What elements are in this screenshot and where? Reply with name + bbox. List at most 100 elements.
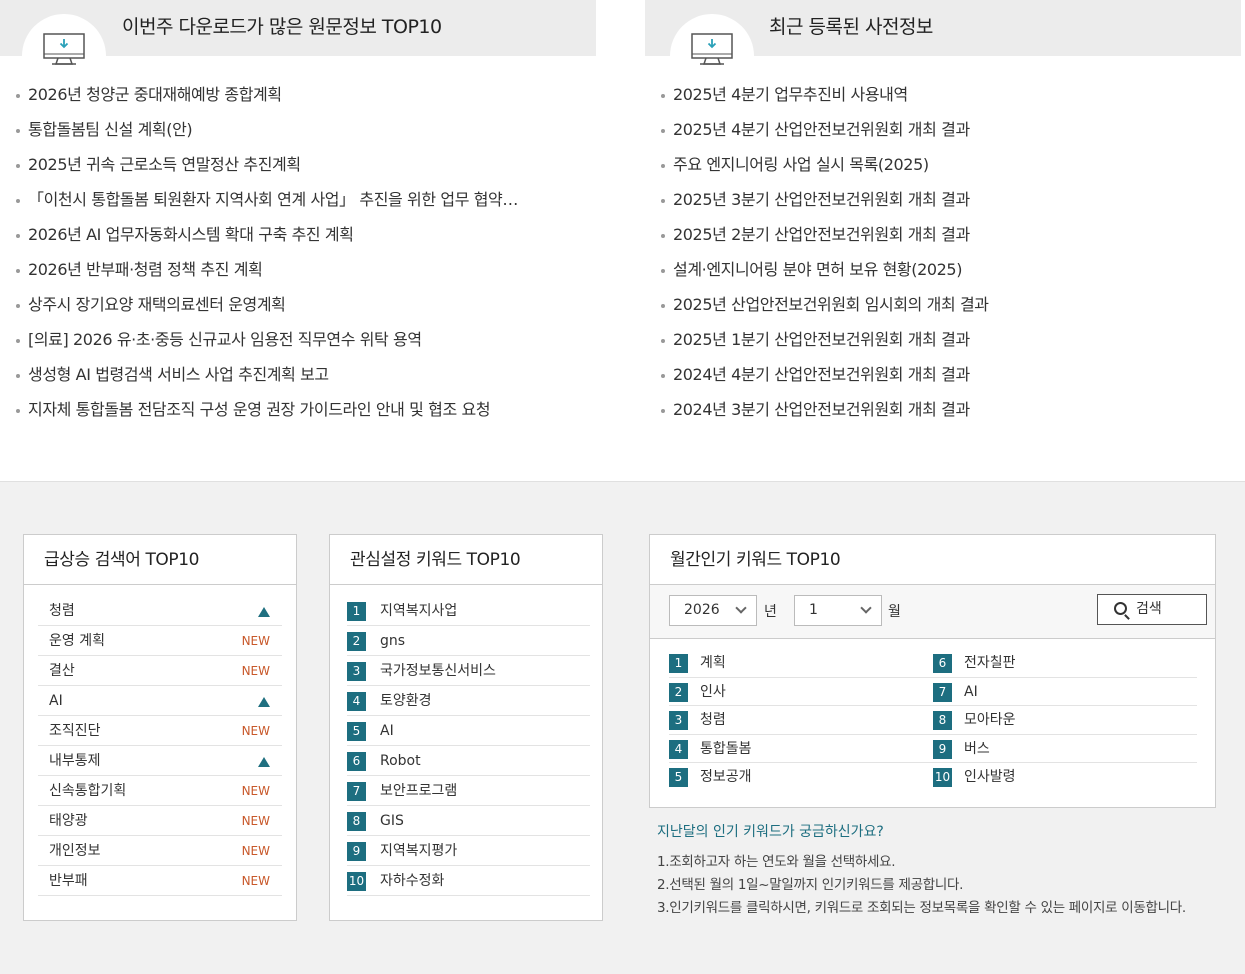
rising-keyword-item[interactable]: 청렴 bbox=[38, 596, 282, 626]
year-label: 년 bbox=[764, 604, 777, 620]
rising-keyword-item[interactable]: 반부패 NEW bbox=[38, 866, 282, 896]
list-item-link[interactable]: 통합돌봄팀 신설 계획(안) bbox=[16, 117, 586, 152]
rank-badge: 9 bbox=[933, 739, 952, 759]
rising-keyword-item[interactable]: 결산 NEW bbox=[38, 656, 282, 686]
list-item-link[interactable]: 2026년 청양군 중대재해예방 종합계획 bbox=[16, 82, 586, 117]
rank-badge: 1 bbox=[669, 654, 688, 673]
rising-arrow-icon bbox=[258, 697, 270, 707]
chevron-down-icon bbox=[860, 602, 872, 614]
rank-badge: 9 bbox=[347, 842, 366, 861]
month-select-value: 1 bbox=[809, 602, 818, 618]
keyword-label: 태양광 bbox=[49, 813, 88, 829]
keyword-item[interactable]: 7 AI bbox=[933, 678, 1197, 706]
keyword-label: 인사 bbox=[700, 683, 726, 700]
keyword-label: AI bbox=[964, 683, 978, 700]
rising-keyword-item[interactable]: 태양광 NEW bbox=[38, 806, 282, 836]
rank-badge: 8 bbox=[347, 812, 366, 831]
new-badge: NEW bbox=[241, 664, 270, 678]
new-badge: NEW bbox=[241, 874, 270, 888]
rising-keyword-item[interactable]: 내부통제 bbox=[38, 746, 282, 776]
keyword-item[interactable]: 4 토양환경 bbox=[347, 686, 590, 716]
rising-arrow-icon bbox=[258, 757, 270, 767]
keyword-item[interactable]: 4 통합돌봄 bbox=[669, 735, 933, 763]
list-item-link[interactable]: 설계·엔지니어링 분야 면허 보유 현황(2025) bbox=[661, 257, 1231, 292]
monthly-keywords-box: 월간인기 키워드 TOP10 2026 년 1 월 검색 1 계획 2 인사 3 청렴 4 통… bbox=[649, 534, 1216, 808]
list-item-link[interactable]: 2025년 4분기 산업안전보건위원회 개최 결과 bbox=[661, 117, 1231, 152]
rising-keyword-item[interactable]: 조직진단 NEW bbox=[38, 716, 282, 746]
monthly-help: 지난달의 인기 키워드가 궁금하신가요? 1.조회하고자 하는 연도와 월을 선… bbox=[657, 821, 1217, 920]
help-line: 1.조회하고자 하는 연도와 월을 선택하세요. bbox=[657, 854, 896, 870]
rising-keyword-item[interactable]: 신속통합기획 NEW bbox=[38, 776, 282, 806]
new-badge: NEW bbox=[241, 844, 270, 858]
keyword-label: 자하수정화 bbox=[380, 873, 445, 889]
rank-badge: 3 bbox=[669, 711, 688, 730]
keyword-label: 내부통제 bbox=[49, 753, 101, 769]
keyword-item[interactable]: 1 지역복지사업 bbox=[347, 596, 590, 626]
new-badge: NEW bbox=[241, 784, 270, 798]
keyword-label: 지역복지평가 bbox=[380, 843, 458, 859]
keyword-item[interactable]: 6 Robot bbox=[347, 746, 590, 776]
keyword-item[interactable]: 5 정보공개 bbox=[669, 763, 933, 792]
list-item-link[interactable]: [의료] 2026 유·초·중등 신규교사 임용전 직무연수 위탁 용역 bbox=[16, 327, 586, 362]
monthly-controls: 2026 년 1 월 검색 bbox=[650, 585, 1215, 639]
rising-keyword-item[interactable]: 개인정보 NEW bbox=[38, 836, 282, 866]
list-item-link[interactable]: 「이천시 통합돌봄 퇴원환자 지역사회 연계 사업」 추진을 위한 업무 협약… bbox=[16, 187, 586, 222]
keyword-label: 보안프로그램 bbox=[380, 783, 458, 799]
help-line: 2.선택된 월의 1일~말일까지 인기키워드를 제공합니다. bbox=[657, 877, 964, 893]
list-item-link[interactable]: 주요 엔지니어링 사업 실시 목록(2025) bbox=[661, 152, 1231, 187]
keyword-item[interactable]: 2 인사 bbox=[669, 678, 933, 706]
panel-header: 이번주 다운로드가 많은 원문정보 TOP10 bbox=[0, 0, 596, 98]
rising-keywords-list: 청렴 운영 계획 NEW 결산 NEW AI 조직진단 NEW 내부통제 신속통합기획 NEW 태양광… bbox=[38, 596, 282, 896]
rank-badge: 10 bbox=[933, 768, 952, 787]
rising-keyword-item[interactable]: 운영 계획 NEW bbox=[38, 626, 282, 656]
keyword-item[interactable]: 3 청렴 bbox=[669, 706, 933, 735]
keyword-label: Robot bbox=[380, 753, 421, 769]
keyword-item[interactable]: 8 GIS bbox=[347, 806, 590, 836]
list-item-link[interactable]: 지자체 통합돌봄 전담조직 구성 운영 권장 가이드라인 안내 및 협조 요청 bbox=[16, 397, 586, 432]
keyword-item[interactable]: 9 버스 bbox=[933, 735, 1197, 763]
keyword-item[interactable]: 5 AI bbox=[347, 716, 590, 746]
recent-info-panel: 최근 등록된 사전정보 2025년 4분기 업무추진비 사용내역 2025년 4분… bbox=[645, 0, 1241, 470]
keyword-label: 정보공개 bbox=[700, 769, 752, 785]
keyword-label: 통합돌봄 bbox=[700, 740, 752, 757]
list-item-link[interactable]: 2026년 AI 업무자동화시스템 확대 구축 추진 계획 bbox=[16, 222, 586, 257]
list-item-link[interactable]: 2025년 4분기 업무추진비 사용내역 bbox=[661, 82, 1231, 117]
keyword-item[interactable]: 2 gns bbox=[347, 626, 590, 656]
list-item-link[interactable]: 2025년 귀속 근로소득 연말정산 추진계획 bbox=[16, 152, 586, 187]
list-item-link[interactable]: 2025년 1분기 산업안전보건위원회 개최 결과 bbox=[661, 327, 1231, 362]
keyword-item[interactable]: 10 인사발령 bbox=[933, 763, 1197, 792]
interest-keywords-box: 관심설정 키워드 TOP10 1 지역복지사업 2 gns 3 국가정보통신서비스 4 토양환… bbox=[329, 534, 603, 921]
rank-badge: 7 bbox=[933, 682, 952, 702]
keyword-item[interactable]: 7 보안프로그램 bbox=[347, 776, 590, 806]
keyword-item[interactable]: 10 자하수정화 bbox=[347, 866, 590, 896]
keyword-item[interactable]: 8 모아타운 bbox=[933, 706, 1197, 735]
month-select[interactable]: 1 bbox=[794, 595, 882, 626]
keyword-item[interactable]: 6 전자칠판 bbox=[933, 649, 1197, 678]
popular-downloads-panel: 이번주 다운로드가 많은 원문정보 TOP10 2026년 청양군 중대재해예방… bbox=[0, 0, 596, 470]
rank-badge: 4 bbox=[347, 692, 366, 711]
list-item-link[interactable]: 2024년 4분기 산업안전보건위원회 개최 결과 bbox=[661, 362, 1231, 397]
keyword-label: 지역복지사업 bbox=[380, 603, 458, 619]
help-line: 3.인기키워드를 클릭하시면, 키워드로 조회되는 정보목록을 확인할 수 있는… bbox=[657, 900, 1186, 916]
panel-title: 최근 등록된 사전정보 bbox=[769, 16, 933, 38]
keyword-item[interactable]: 9 지역복지평가 bbox=[347, 836, 590, 866]
keyword-item[interactable]: 1 계획 bbox=[669, 649, 933, 678]
rank-badge: 5 bbox=[347, 722, 366, 741]
search-button[interactable]: 검색 bbox=[1097, 594, 1207, 625]
list-item-link[interactable]: 2026년 반부패·청렴 정책 추진 계획 bbox=[16, 257, 586, 292]
keyword-label: AI bbox=[380, 723, 394, 739]
rising-keyword-item[interactable]: AI bbox=[38, 686, 282, 716]
year-select[interactable]: 2026 bbox=[669, 595, 757, 626]
list-item-link[interactable]: 생성형 AI 법령검색 서비스 사업 추진계획 보고 bbox=[16, 362, 586, 397]
list-item-link[interactable]: 2025년 산업안전보건위원회 임시회의 개최 결과 bbox=[661, 292, 1231, 327]
box-title: 급상승 검색어 TOP10 bbox=[24, 535, 296, 585]
new-badge: NEW bbox=[241, 724, 270, 738]
keyword-label: 반부패 bbox=[49, 873, 88, 889]
rank-badge: 5 bbox=[669, 768, 688, 787]
list-item-link[interactable]: 2025년 3분기 산업안전보건위원회 개최 결과 bbox=[661, 187, 1231, 222]
list-item-link[interactable]: 2025년 2분기 산업안전보건위원회 개최 결과 bbox=[661, 222, 1231, 257]
list-item-link[interactable]: 상주시 장기요양 재택의료센터 운영계획 bbox=[16, 292, 586, 327]
keyword-label: AI bbox=[49, 693, 63, 709]
list-item-link[interactable]: 2024년 3분기 산업안전보건위원회 개최 결과 bbox=[661, 397, 1231, 432]
keyword-item[interactable]: 3 국가정보통신서비스 bbox=[347, 656, 590, 686]
